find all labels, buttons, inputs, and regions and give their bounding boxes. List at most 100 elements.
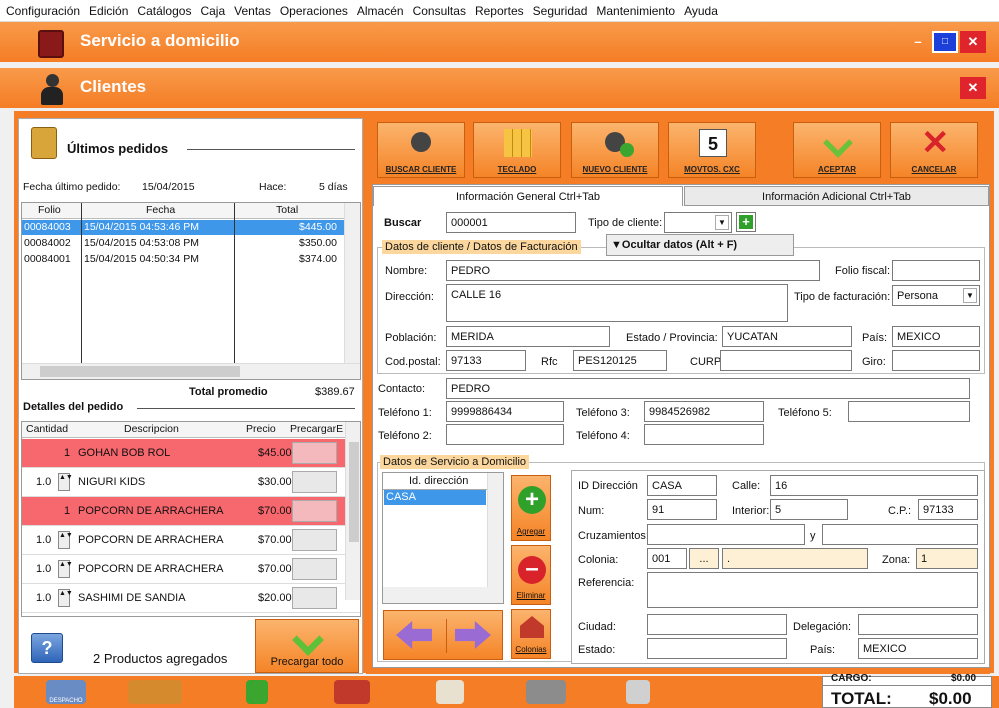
address-id-input[interactable]: CASA	[647, 475, 717, 496]
neighborhood-lookup-button[interactable]: ...	[689, 548, 719, 569]
country-input[interactable]: MEXICO	[892, 326, 980, 347]
detail-row[interactable]: 1.0 ▲▼ SASHIMI DE SANDIA $20.00	[22, 584, 360, 613]
col-precio[interactable]: Precio	[244, 422, 278, 437]
next-button[interactable]	[446, 619, 498, 653]
hide-data-button[interactable]: ▼Ocultar datos (Alt + F)	[606, 234, 794, 256]
country2-input[interactable]: MEXICO	[858, 638, 978, 659]
neighborhood-id-input[interactable]: 001	[647, 548, 687, 569]
keyboard-button[interactable]: TECLADO	[473, 122, 561, 178]
money-icon[interactable]	[334, 680, 370, 704]
detail-qty[interactable]: 1.0	[36, 592, 51, 604]
menu-ayuda[interactable]: Ayuda	[684, 4, 718, 18]
orders-vscroll[interactable]	[344, 203, 360, 363]
menu-consultas[interactable]: Consultas	[413, 4, 466, 18]
hscroll-thumb[interactable]	[40, 366, 240, 377]
menu-mantenimiento[interactable]: Mantenimiento	[596, 4, 675, 18]
preload-checkbox[interactable]	[292, 558, 337, 580]
address-list-hscroll[interactable]	[383, 587, 503, 603]
maximize-button[interactable]: □	[932, 31, 958, 53]
close-window-button[interactable]: ✕	[960, 31, 986, 53]
movtos-cxc-button[interactable]: 5 MOVTOS. CXC	[668, 122, 756, 178]
menu-caja[interactable]: Caja	[200, 4, 225, 18]
notes-icon[interactable]	[436, 680, 464, 704]
phone4-input[interactable]	[644, 424, 764, 445]
detail-qty[interactable]: 1	[64, 447, 70, 459]
detail-qty[interactable]: 1.0	[36, 534, 51, 546]
tab-general[interactable]: Información General Ctrl+Tab	[373, 186, 683, 206]
city-input[interactable]: MERIDA	[446, 326, 610, 347]
orders-hscroll[interactable]	[22, 363, 360, 379]
menu-configuracion[interactable]: Configuración	[6, 4, 80, 18]
new-client-button[interactable]: NUEVO CLIENTE	[571, 122, 659, 178]
quantity-stepper[interactable]: ▲▼	[58, 560, 73, 578]
phone5-input[interactable]	[848, 401, 970, 422]
orders-table[interactable]: Folio Fecha Total 00084003 15/04/2015 04…	[21, 202, 361, 380]
search-input[interactable]: 000001	[446, 212, 576, 233]
add-address-button[interactable]: + Agregar	[511, 475, 551, 541]
menu-almacen[interactable]: Almacén	[357, 4, 404, 18]
preload-checkbox[interactable]	[292, 471, 337, 493]
number-input[interactable]: 91	[647, 499, 717, 520]
delivery-truck-icon[interactable]	[526, 680, 566, 704]
crossing2-input[interactable]	[822, 524, 978, 545]
city2-input[interactable]	[647, 614, 787, 635]
accept-button[interactable]: ACEPTAR	[793, 122, 881, 178]
minimize-button[interactable]: –	[905, 31, 931, 53]
add-client-type-button[interactable]: +	[736, 212, 756, 232]
preload-checkbox[interactable]	[292, 500, 337, 522]
menu-operaciones[interactable]: Operaciones	[280, 4, 348, 18]
menu-catalogos[interactable]: Catálogos	[137, 4, 191, 18]
table-row[interactable]: 00084001 15/04/2015 04:50:34 PM $374.00	[22, 252, 344, 267]
menu-seguridad[interactable]: Seguridad	[533, 4, 588, 18]
quantity-stepper[interactable]: ▲▼	[58, 473, 73, 491]
search-client-button[interactable]: BUSCAR CLIENTE	[377, 122, 465, 178]
vscroll-thumb[interactable]	[349, 442, 359, 542]
street-input[interactable]: 16	[770, 475, 978, 496]
tab-additional[interactable]: Información Adicional Ctrl+Tab	[684, 186, 989, 206]
detail-row[interactable]: 1 POPCORN DE ARRACHERA $70.00	[22, 497, 360, 526]
address-list-vscroll[interactable]	[487, 473, 503, 587]
neighborhood-name-input[interactable]: .	[722, 548, 868, 569]
details-table[interactable]: Cantidad Descripcion Precio PrecargarE 1…	[21, 421, 361, 617]
table-row[interactable]: 00084003 15/04/2015 04:53:46 PM $445.00	[22, 220, 344, 235]
postal-code-input[interactable]: 97133	[446, 350, 526, 371]
detail-row[interactable]: 1.0 ▲▼ POPCORN DE ARRACHERA $70.00	[22, 555, 360, 584]
billing-type-select[interactable]: Persona ▼	[892, 285, 980, 306]
detail-row[interactable]: 1 GOHAN BOB ROL $45.00	[22, 439, 360, 468]
home-icon[interactable]	[626, 680, 650, 704]
col-fecha[interactable]: Fecha	[144, 203, 177, 218]
detail-row[interactable]: 1.0 ▲▼ POPCORN DE ARRACHERA $70.00	[22, 526, 360, 555]
detail-row[interactable]: 1.0 ▲▼ NIGURI KIDS $30.00	[22, 468, 360, 497]
neighborhoods-button[interactable]: Colonias	[511, 609, 551, 659]
interior-input[interactable]: 5	[770, 499, 848, 520]
table-row[interactable]: 00084002 15/04/2015 04:53:08 PM $350.00	[22, 236, 344, 251]
detail-qty[interactable]: 1	[64, 505, 70, 517]
add-order-icon[interactable]	[246, 680, 268, 704]
address-list[interactable]: Id. dirección CASA	[382, 472, 504, 604]
cancel-button[interactable]: ✕ CANCELAR	[890, 122, 978, 178]
preload-all-button[interactable]: Precargar todo	[255, 619, 359, 673]
menu-ventas[interactable]: Ventas	[234, 4, 271, 18]
detail-qty[interactable]: 1.0	[36, 563, 51, 575]
col-cantidad[interactable]: Cantidad	[24, 422, 70, 437]
list-item[interactable]: CASA	[384, 490, 486, 505]
preload-checkbox[interactable]	[292, 587, 337, 609]
crossing1-input[interactable]	[647, 524, 805, 545]
address-input[interactable]: CALLE 16	[446, 284, 788, 322]
zone-input[interactable]: 1	[916, 548, 978, 569]
phone2-input[interactable]	[446, 424, 564, 445]
food-icon[interactable]	[128, 680, 182, 704]
preload-checkbox[interactable]	[292, 442, 337, 464]
state-input[interactable]: YUCATAN	[722, 326, 852, 347]
help-button[interactable]: ?	[31, 633, 63, 663]
menu-reportes[interactable]: Reportes	[475, 4, 524, 18]
col-total[interactable]: Total	[274, 203, 300, 218]
reference-input[interactable]	[647, 572, 978, 608]
contact-input[interactable]: PEDRO	[446, 378, 970, 399]
col-descripcion[interactable]: Descripcion	[122, 422, 181, 437]
details-vscroll[interactable]	[345, 422, 360, 600]
quantity-stepper[interactable]: ▲▼	[58, 589, 73, 607]
name-input[interactable]: PEDRO	[446, 260, 820, 281]
quantity-stepper[interactable]: ▲▼	[58, 531, 73, 549]
preload-checkbox[interactable]	[292, 529, 337, 551]
